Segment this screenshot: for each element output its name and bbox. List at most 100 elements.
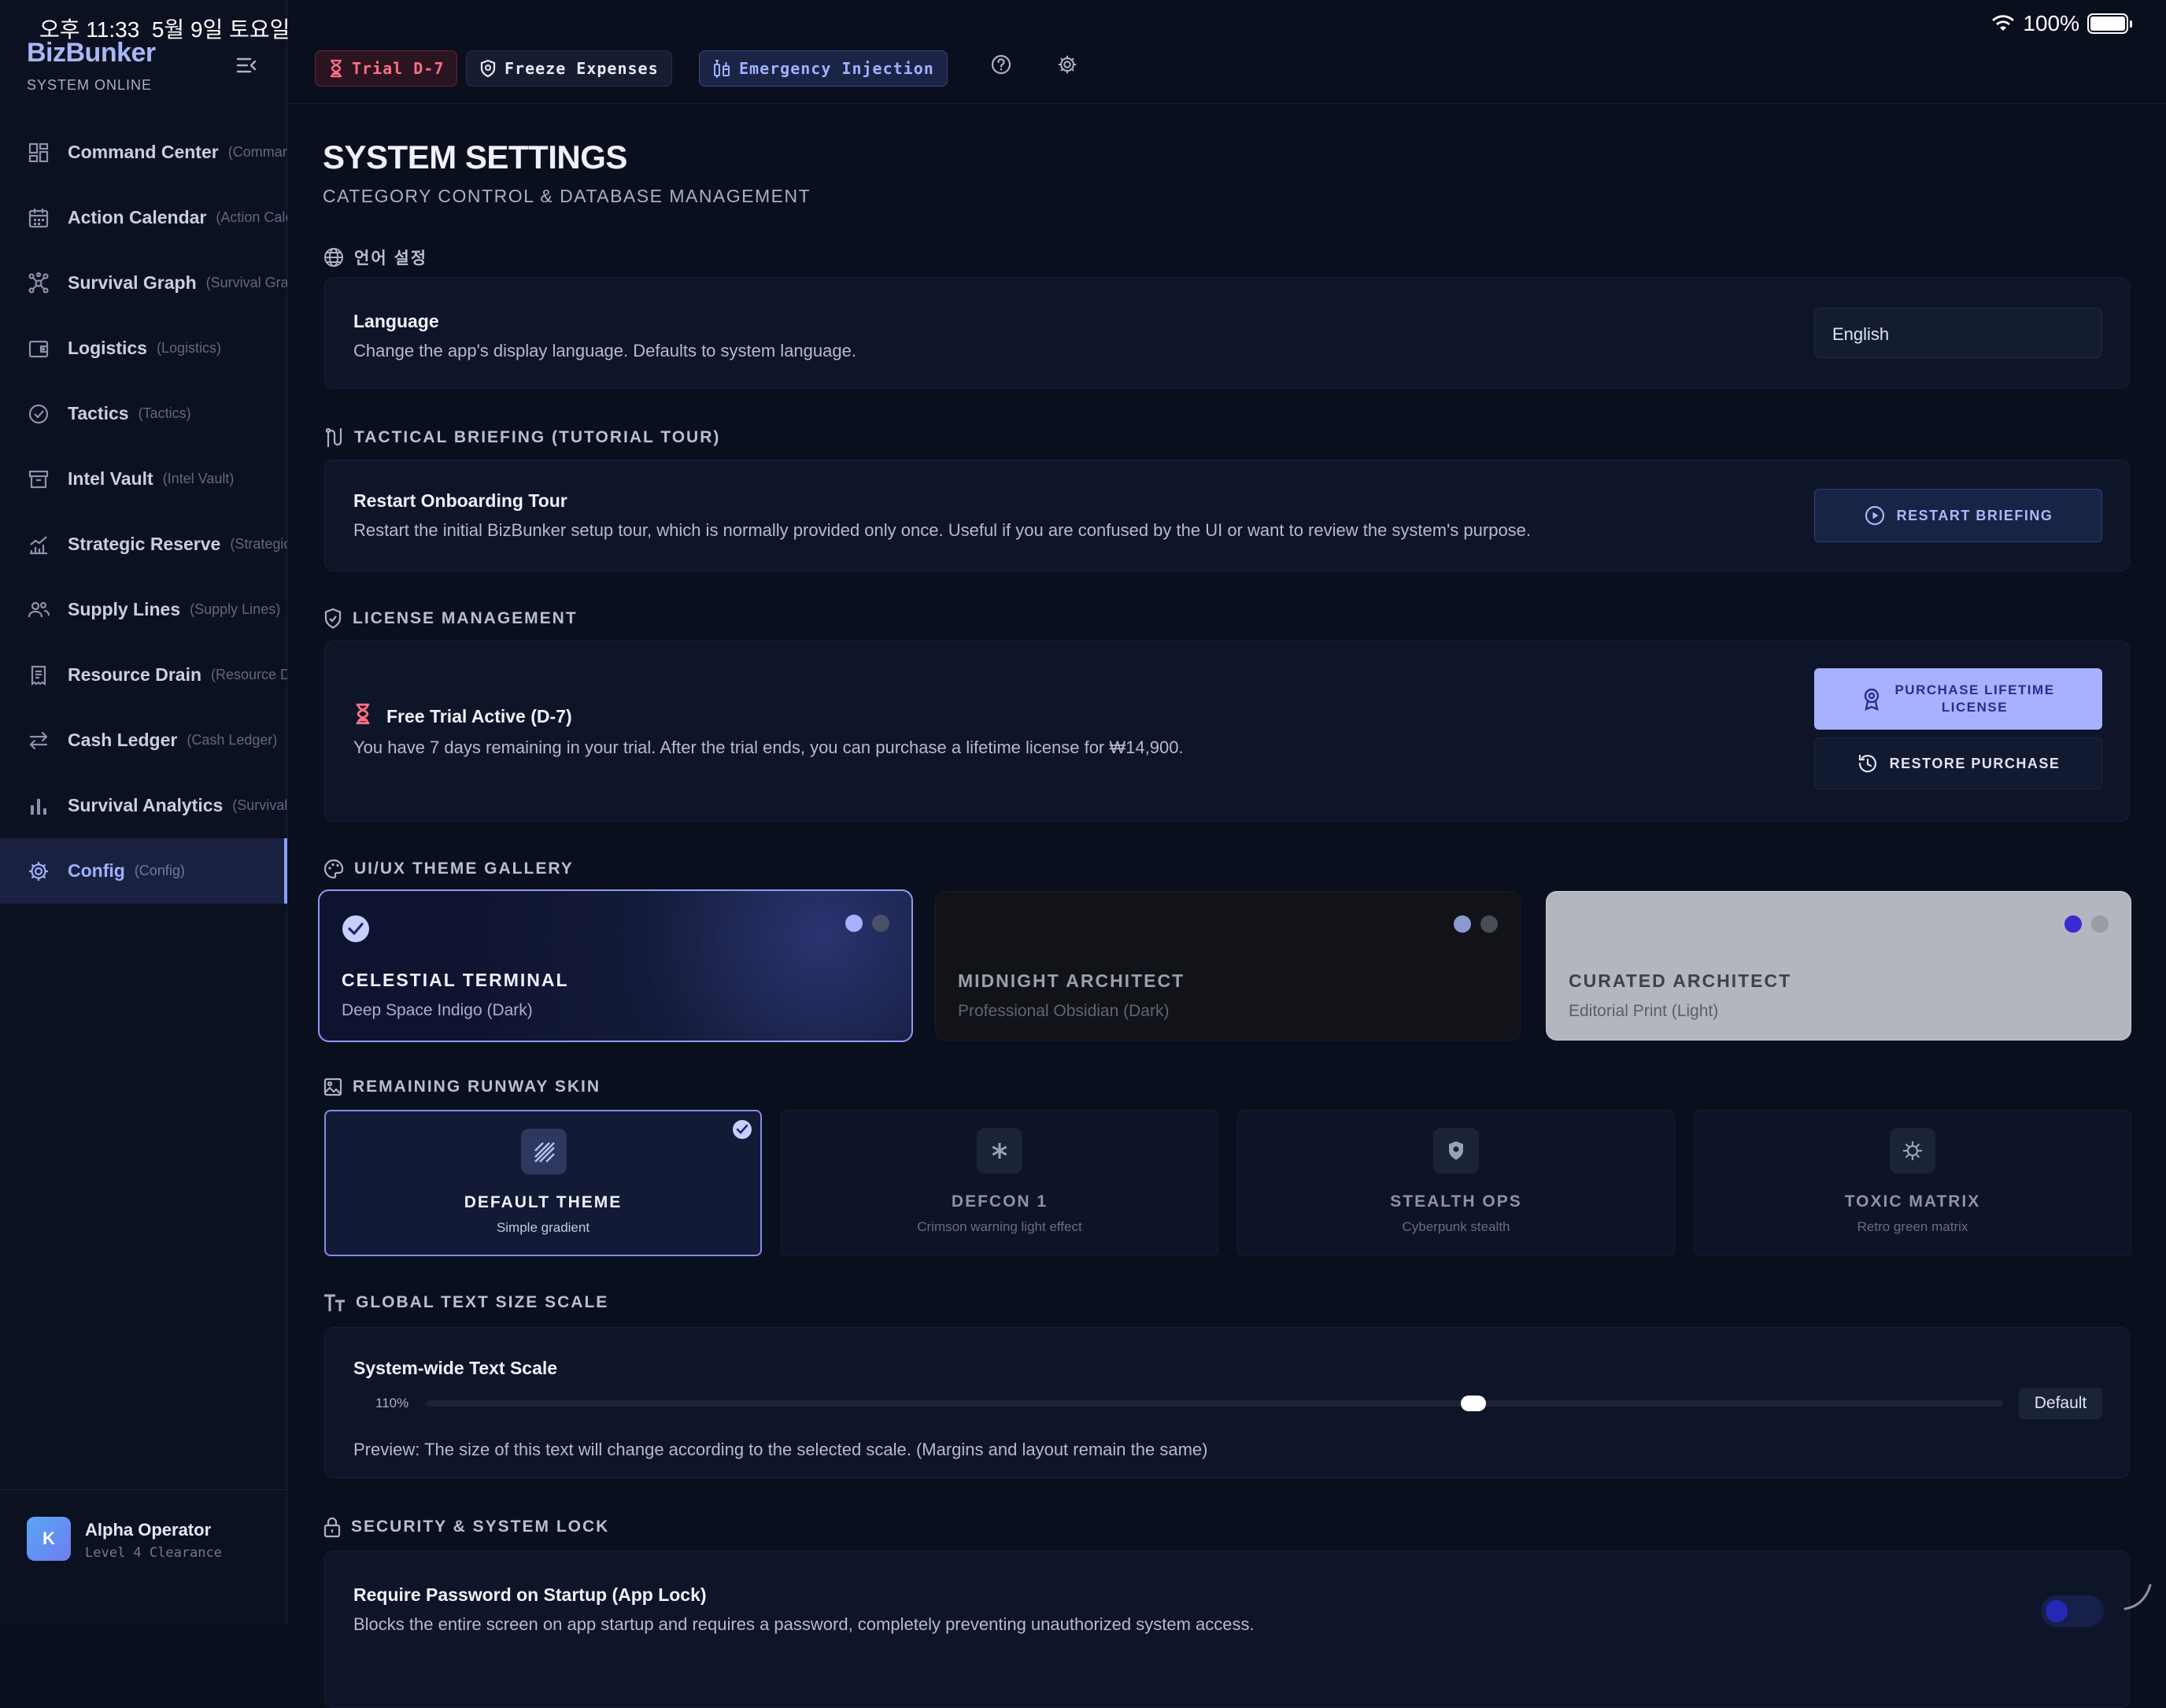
restart-briefing-button[interactable]: RESTART BRIEFING	[1814, 489, 2102, 542]
briefing-title: Restart Onboarding Tour	[353, 490, 567, 511]
text-scale-preview: Preview: The size of this text will chan…	[353, 1440, 1208, 1459]
theme-card-celestial-terminal[interactable]: CELESTIAL TERMINAL Deep Space Indigo (Da…	[318, 889, 913, 1042]
license-title: Free Trial Active (D-7)	[386, 706, 572, 726]
wallet-icon	[28, 340, 49, 357]
wifi-icon	[1992, 15, 2015, 31]
sidebar-item-label: Logistics	[68, 338, 147, 358]
skin-name: TOXIC MATRIX	[1844, 1192, 1981, 1211]
globe-icon	[324, 248, 343, 267]
skin-name: DEFAULT THEME	[464, 1193, 623, 1211]
language-card: Language Change the app's display langua…	[324, 277, 2130, 389]
sidebar-item-label: Intel Vault	[68, 468, 153, 489]
hourglass-icon	[331, 59, 342, 78]
sidebar-item-label: Config	[68, 860, 125, 881]
syringe-icon	[714, 60, 730, 78]
app-lock-toggle[interactable]	[2041, 1595, 2104, 1627]
sidebar-item-resource-drain[interactable]: Resource Drain (Resource Drain)	[0, 642, 287, 708]
skin-card-defcon-1[interactable]: DEFCON 1 Crimson warning light effect	[781, 1110, 1218, 1256]
grid-icon	[28, 142, 49, 162]
battery-icon	[2087, 13, 2132, 34]
section-runway-skin: REMAINING RUNWAY SKIN	[323, 1077, 601, 1097]
sidebar-item-sublabel: (Resource Drain)	[211, 667, 287, 682]
briefing-card: Restart Onboarding Tour Restart the init…	[324, 460, 2130, 571]
skin-desc: Cyberpunk stealth	[1402, 1219, 1510, 1234]
calendar-icon	[28, 208, 49, 227]
sidebar-item-survival-analytics[interactable]: Survival Analytics (Survival Analytics)	[0, 773, 287, 838]
user-name: Alpha Operator	[85, 1520, 212, 1540]
status-time: 오후 11:33 5월 9일 토요일	[39, 17, 290, 42]
page-subtitle: CATEGORY CONTROL & DATABASE MANAGEMENT	[323, 186, 811, 206]
theme-swatches	[2064, 915, 2109, 933]
section-language: 언어 설정	[323, 246, 427, 269]
sidebar-item-config[interactable]: Config (Config)	[0, 838, 287, 904]
sidebar-item-intel-vault[interactable]: Intel Vault (Intel Vault)	[0, 446, 287, 512]
section-license: LICENSE MANAGEMENT	[323, 608, 578, 630]
trial-badge[interactable]: Trial D-7	[315, 50, 458, 87]
section-text-scale: GLOBAL TEXT SIZE SCALE	[323, 1292, 608, 1313]
restore-purchase-button[interactable]: RESTORE PURCHASE	[1814, 738, 2102, 789]
skin-card-toxic-matrix[interactable]: TOXIC MATRIX Retro green matrix	[1694, 1110, 2131, 1256]
history-icon	[1858, 754, 1876, 773]
sidebar-item-sublabel: (Survival Analytics)	[232, 797, 287, 813]
check-circle-icon	[733, 1120, 752, 1139]
archive-icon	[28, 470, 49, 488]
users-icon	[28, 601, 50, 617]
sidebar-item-cash-ledger[interactable]: Cash Ledger (Cash Ledger)	[0, 708, 287, 773]
language-select[interactable]: English	[1814, 308, 2102, 358]
route-icon	[325, 427, 342, 448]
sidebar-item-tactics[interactable]: Tactics (Tactics)	[0, 381, 287, 446]
lock-icon	[323, 1517, 341, 1538]
sidebar-item-label: Tactics	[68, 403, 129, 423]
freeze-expenses-button[interactable]: Freeze Expenses	[466, 50, 672, 87]
sidebar-item-label: Survival Analytics	[68, 795, 224, 815]
virus-icon	[1890, 1128, 1935, 1174]
theme-swatches	[1454, 915, 1498, 933]
purchase-license-button[interactable]: PURCHASE LIFETIME LICENSE	[1814, 668, 2102, 730]
skin-name: STEALTH OPS	[1390, 1192, 1522, 1211]
sidebar-item-logistics[interactable]: Logistics (Logistics)	[0, 316, 287, 381]
sidebar-item-survival-graph[interactable]: Survival Graph (Survival Graph)	[0, 250, 287, 316]
check-circle-icon	[28, 404, 49, 423]
avatar: K	[27, 1517, 71, 1561]
settings-icon[interactable]	[1056, 54, 1078, 76]
gear-icon	[29, 861, 48, 881]
shield-icon	[480, 59, 496, 78]
security-card: Require Password on Startup (App Lock) B…	[324, 1551, 2130, 1708]
sidebar-item-sublabel: (Config)	[134, 863, 185, 878]
system-status: SYSTEM ONLINE	[27, 77, 153, 93]
sidebar-item-label: Action Calendar	[68, 207, 207, 227]
section-security: SECURITY & SYSTEM LOCK	[323, 1516, 609, 1538]
sidebar-item-sublabel: (Survival Graph)	[205, 275, 287, 290]
check-circle-icon	[342, 915, 369, 942]
sidebar-item-action-calendar[interactable]: Action Calendar (Action Calendar)	[0, 185, 287, 250]
skin-card-stealth-ops[interactable]: STEALTH OPS Cyberpunk stealth	[1237, 1110, 1675, 1256]
sidebar-item-sublabel: (Logistics)	[156, 340, 221, 356]
text-scale-card: System-wide Text Scale 110% Default Prev…	[324, 1327, 2130, 1478]
collapse-sidebar-icon[interactable]	[236, 57, 257, 74]
help-icon[interactable]	[990, 54, 1012, 76]
sidebar-item-sublabel: (Strategic Reserve)	[230, 536, 287, 552]
sidebar-item-sublabel: (Cash Ledger)	[187, 732, 278, 748]
theme-name: CURATED ARCHITECT	[1569, 970, 1792, 991]
user-profile[interactable]: K Alpha Operator Level 4 Clearance	[0, 1489, 287, 1625]
shield-icon	[1433, 1128, 1479, 1174]
theme-card-midnight-architect[interactable]: MIDNIGHT ARCHITECT Professional Obsidian…	[935, 891, 1521, 1041]
sidebar-item-strategic-reserve[interactable]: Strategic Reserve (Strategic Reserve)	[0, 512, 287, 577]
sidebar-item-sublabel: (Tactics)	[138, 405, 191, 421]
section-theme-gallery: UI/UX THEME GALLERY	[323, 858, 574, 880]
sidebar-item-sublabel: (Command Center)	[227, 144, 287, 160]
status-right: 100%	[1991, 11, 2132, 36]
sidebar-item-supply-lines[interactable]: Supply Lines (Supply Lines)	[0, 577, 287, 642]
graph-icon	[28, 272, 49, 294]
theme-card-curated-architect[interactable]: CURATED ARCHITECT Editorial Print (Light…	[1546, 891, 2131, 1041]
security-title: Require Password on Startup (App Lock)	[353, 1584, 707, 1605]
text-scale-slider-thumb[interactable]	[1461, 1396, 1486, 1411]
hourglass-icon	[356, 703, 370, 725]
default-scale-button[interactable]: Default	[2019, 1388, 2102, 1419]
emergency-injection-button[interactable]: Emergency Injection	[699, 50, 948, 87]
skin-card-default-theme[interactable]: DEFAULT THEME Simple gradient	[324, 1110, 762, 1256]
briefing-desc: Restart the initial BizBunker setup tour…	[353, 520, 1532, 540]
image-icon	[323, 1078, 342, 1096]
text-scale-slider-track[interactable]	[426, 1400, 2003, 1407]
sidebar-item-command-center[interactable]: Command Center (Command Center)	[0, 120, 287, 185]
